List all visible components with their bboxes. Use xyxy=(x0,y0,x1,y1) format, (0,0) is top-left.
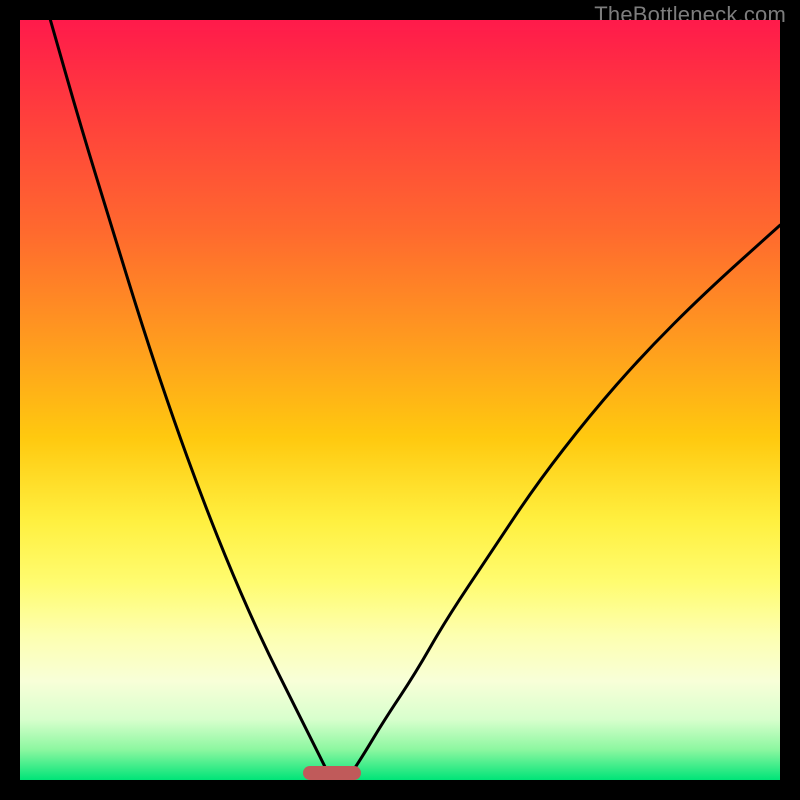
bottleneck-curve xyxy=(20,20,780,780)
curve-left-branch xyxy=(50,20,331,780)
chart-frame: TheBottleneck.com xyxy=(0,0,800,800)
plot-area xyxy=(20,20,780,780)
optimal-marker xyxy=(303,766,361,780)
curve-right-branch xyxy=(347,225,780,780)
